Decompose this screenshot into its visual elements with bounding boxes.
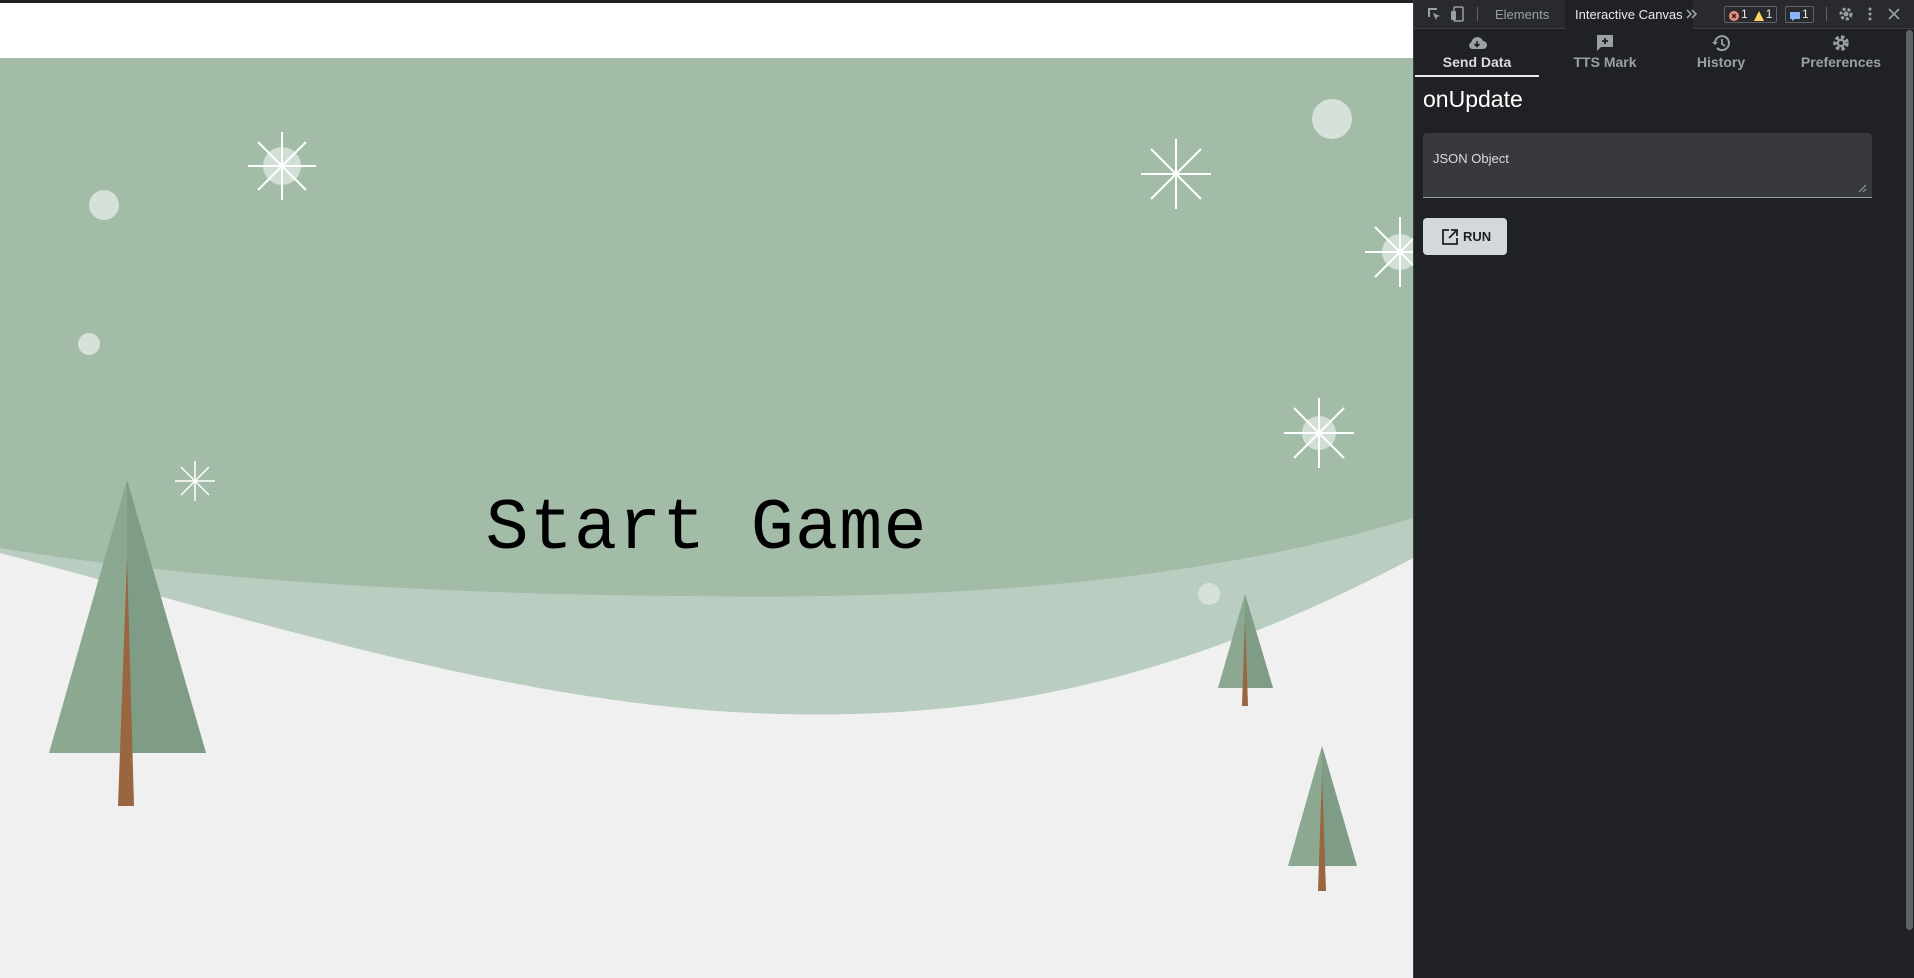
- tab-send-data[interactable]: Send Data: [1415, 29, 1539, 77]
- devtools-scrollbar[interactable]: [1904, 29, 1914, 978]
- tab-elements[interactable]: Elements: [1485, 0, 1559, 29]
- device-toolbar-icon[interactable]: [1449, 5, 1467, 23]
- devtools-panel: Elements Interactive Canvas 1 1 1 Send D…: [1413, 0, 1914, 978]
- toolbar-divider: [1477, 7, 1478, 21]
- run-button[interactable]: RUN: [1423, 218, 1507, 255]
- error-count: 1: [1741, 7, 1748, 21]
- sparkle: [1284, 398, 1354, 468]
- tab-interactive-canvas[interactable]: Interactive Canvas: [1565, 0, 1693, 29]
- json-object-label: JSON Object: [1433, 151, 1509, 166]
- gear-icon[interactable]: [1837, 5, 1855, 23]
- cloud-download-icon: [1466, 33, 1488, 53]
- error-icon: [1729, 10, 1739, 21]
- snow-dot: [1312, 99, 1352, 139]
- close-icon[interactable]: [1885, 5, 1903, 23]
- json-object-field[interactable]: JSON Object: [1423, 133, 1872, 198]
- add-comment-icon: [1594, 33, 1616, 53]
- panel-title: onUpdate: [1423, 86, 1523, 112]
- gear-icon: [1830, 33, 1852, 53]
- toolbar-divider: [1826, 7, 1827, 21]
- warning-icon: [1753, 10, 1764, 21]
- page-top-strip: [0, 0, 1413, 58]
- sparkle: [248, 132, 316, 200]
- tab-label: Send Data: [1442, 54, 1512, 70]
- tab-tts-mark[interactable]: TTS Mark: [1549, 29, 1661, 77]
- history-icon: [1710, 33, 1732, 53]
- tab-label: History: [1696, 54, 1746, 70]
- tab-label: TTS Mark: [1573, 54, 1637, 70]
- start-game-button[interactable]: Start Game: [0, 488, 1413, 570]
- chevron-double-right-icon[interactable]: [1683, 5, 1701, 23]
- json-object-input[interactable]: [1433, 169, 1863, 193]
- devtools-toolbar: Elements Interactive Canvas 1 1 1: [1414, 0, 1914, 29]
- resize-grip-icon[interactable]: [1858, 184, 1866, 192]
- warning-count: 1: [1765, 7, 1773, 21]
- message-icon: [1790, 10, 1800, 21]
- message-count: 1: [1802, 7, 1809, 21]
- sparkle: [1141, 139, 1211, 209]
- snow-dot: [1198, 583, 1220, 605]
- tab-preferences[interactable]: Preferences: [1782, 29, 1900, 77]
- snow-dot: [78, 333, 100, 355]
- active-tab-indicator: [1415, 75, 1539, 77]
- tab-history[interactable]: History: [1669, 29, 1773, 77]
- more-vertical-icon[interactable]: [1861, 5, 1879, 23]
- run-button-label: RUN: [1463, 229, 1492, 244]
- app-window: Start Game Elements Interactive Canvas 1…: [0, 0, 1914, 978]
- error-count-badge[interactable]: 1 1: [1724, 6, 1778, 23]
- open-in-new-icon: [1442, 228, 1458, 245]
- inspect-element-icon[interactable]: [1425, 5, 1443, 23]
- message-count-badge[interactable]: 1: [1785, 6, 1814, 23]
- game-canvas[interactable]: Start Game: [0, 58, 1413, 978]
- tab-label: Preferences: [1800, 54, 1882, 70]
- snow-dot: [89, 190, 119, 220]
- scrollbar-thumb[interactable]: [1906, 30, 1913, 930]
- interactive-canvas-nav: Send Data TTS Mark History Preferences: [1414, 29, 1902, 77]
